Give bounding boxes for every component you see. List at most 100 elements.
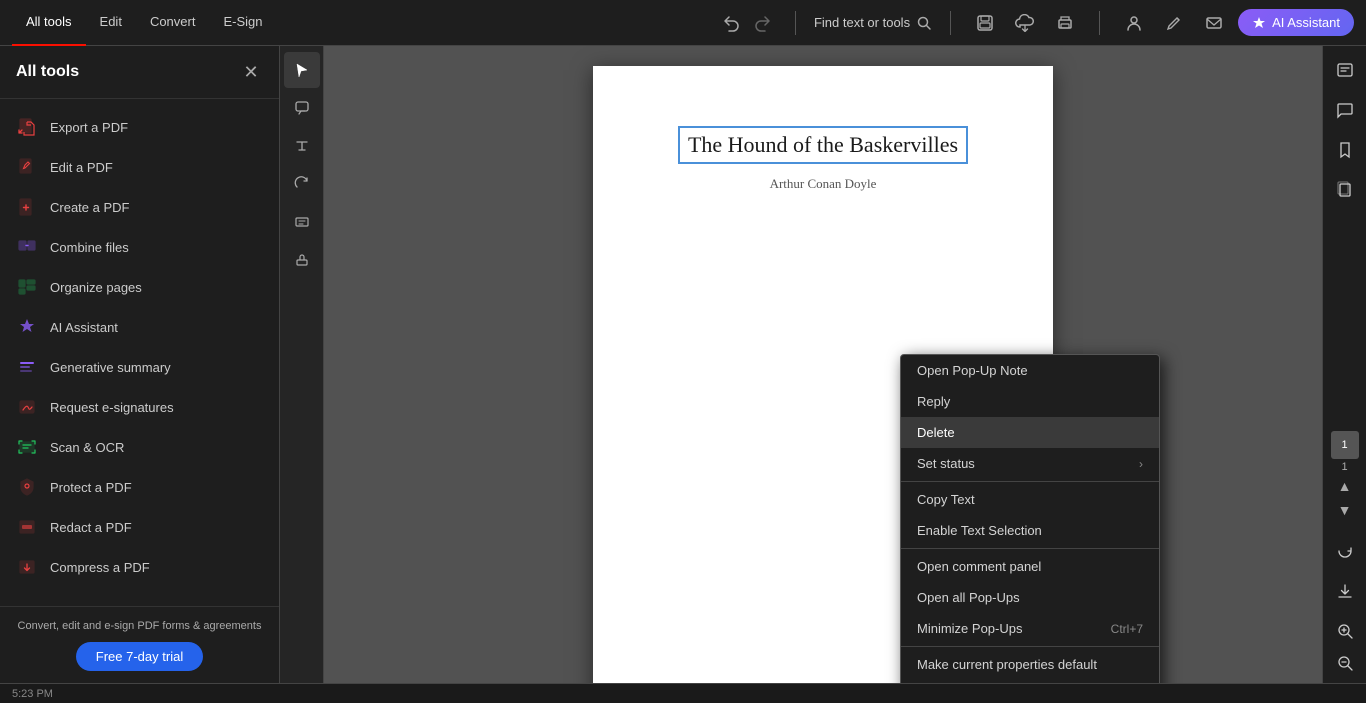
ctx-enable-text-selection[interactable]: Enable Text Selection xyxy=(901,515,1159,546)
page-navigator: 1 1 ▲ ▼ xyxy=(1331,431,1359,521)
right-download-button[interactable] xyxy=(1327,573,1363,609)
ctx-open-all-popups[interactable]: Open all Pop-Ups xyxy=(901,582,1159,613)
ctx-reply[interactable]: Reply xyxy=(901,386,1159,417)
ctx-copy-text[interactable]: Copy Text xyxy=(901,484,1159,515)
right-annotate-button[interactable] xyxy=(1327,52,1363,88)
pen-icon-button[interactable] xyxy=(1158,7,1190,39)
redo-button[interactable] xyxy=(749,9,777,37)
export-pdf-icon xyxy=(16,116,38,138)
account-icon-button[interactable] xyxy=(1118,7,1150,39)
tool-label-scan-ocr: Scan & OCR xyxy=(50,440,124,455)
tool-label-generative-summary: Generative summary xyxy=(50,360,171,375)
ai-assistant-button[interactable]: AI Assistant xyxy=(1238,9,1354,36)
redact-pdf-icon xyxy=(16,516,38,538)
save-icon-button[interactable] xyxy=(969,7,1001,39)
print-icon-button[interactable] xyxy=(1049,7,1081,39)
pen-icon xyxy=(1165,14,1183,32)
cursor-icon xyxy=(294,62,310,78)
ctx-open-comment-panel[interactable]: Open comment panel xyxy=(901,551,1159,582)
sidebar-close-button[interactable]: ✕ xyxy=(239,60,263,84)
tab-convert[interactable]: Convert xyxy=(136,0,210,46)
organize-pages-icon xyxy=(16,276,38,298)
page-nav-up[interactable]: ▲ xyxy=(1331,475,1359,497)
ctx-label-make-default: Make current properties default xyxy=(917,657,1097,672)
ocr-icon xyxy=(294,214,310,230)
tool-item-scan-ocr[interactable]: Scan & OCR xyxy=(0,427,279,467)
tool-item-compress-pdf[interactable]: Compress a PDF xyxy=(0,547,279,587)
generative-summary-icon xyxy=(16,356,38,378)
tab-all-tools[interactable]: All tools xyxy=(12,0,86,46)
find-tools[interactable]: Find text or tools xyxy=(814,15,932,31)
top-toolbar: All tools Edit Convert E-Sign Find text … xyxy=(0,0,1366,46)
bookmark-icon xyxy=(1336,141,1354,159)
ctx-set-status[interactable]: Set status › xyxy=(901,448,1159,479)
sidebar-title: All tools xyxy=(16,63,79,81)
tool-label-export-pdf: Export a PDF xyxy=(50,120,128,135)
ctx-label-minimize-popups: Minimize Pop-Ups xyxy=(917,621,1022,636)
ctx-label-delete: Delete xyxy=(917,425,955,440)
tab-esign[interactable]: E-Sign xyxy=(209,0,276,46)
right-refresh-button[interactable] xyxy=(1327,533,1363,569)
mail-icon-button[interactable] xyxy=(1198,7,1230,39)
free-trial-button[interactable]: Free 7-day trial xyxy=(76,642,203,671)
create-pdf-icon xyxy=(16,196,38,218)
ai-assistant-tool-icon xyxy=(16,316,38,338)
ctx-make-default[interactable]: Make current properties default xyxy=(901,649,1159,680)
tool-item-export-pdf[interactable]: Export a PDF xyxy=(0,107,279,147)
request-esignatures-icon xyxy=(16,396,38,418)
print-icon xyxy=(1056,14,1074,32)
ai-star-icon xyxy=(1252,16,1266,30)
ctx-separator-3 xyxy=(901,646,1159,647)
tool-item-redact-pdf[interactable]: Redact a PDF xyxy=(0,507,279,547)
tool-item-protect-pdf[interactable]: Protect a PDF xyxy=(0,467,279,507)
pdf-document-title[interactable]: The Hound of the Baskervilles xyxy=(678,126,968,164)
page-nav-down[interactable]: ▼ xyxy=(1331,499,1359,521)
ctx-properties[interactable]: Properties... xyxy=(901,680,1159,683)
comment-icon xyxy=(294,100,310,116)
toolbar-tabs: All tools Edit Convert E-Sign xyxy=(12,0,717,46)
tool-item-ai-assistant[interactable]: AI Assistant xyxy=(0,307,279,347)
tool-item-organize-pages[interactable]: Organize pages xyxy=(0,267,279,307)
tool-label-organize-pages: Organize pages xyxy=(50,280,142,295)
ctx-delete[interactable]: Delete xyxy=(901,417,1159,448)
tool-item-edit-pdf[interactable]: Edit a PDF xyxy=(0,147,279,187)
strip-stamp-button[interactable] xyxy=(284,242,320,278)
ctx-separator-1 xyxy=(901,481,1159,482)
strip-rotate-button[interactable] xyxy=(284,166,320,202)
save-icon xyxy=(976,14,994,32)
tool-label-compress-pdf: Compress a PDF xyxy=(50,560,150,575)
toolbar-right: Find text or tools xyxy=(717,7,1354,39)
ctx-label-open-comment-panel: Open comment panel xyxy=(917,559,1041,574)
status-time: 5:23 PM xyxy=(12,688,53,700)
strip-comment-button[interactable] xyxy=(284,90,320,126)
find-tools-label: Find text or tools xyxy=(814,15,910,30)
cloud-icon-button[interactable] xyxy=(1009,7,1041,39)
undo-button[interactable] xyxy=(717,9,745,37)
pdf-document-author: Arthur Conan Doyle xyxy=(770,176,877,192)
tab-edit[interactable]: Edit xyxy=(86,0,136,46)
tool-item-combine-files[interactable]: Combine files xyxy=(0,227,279,267)
sidebar-tools-list: Export a PDF Edit a PDF xyxy=(0,99,279,606)
cloud-icon xyxy=(1015,14,1035,32)
ai-button-label: AI Assistant xyxy=(1272,15,1340,30)
download-icon xyxy=(1336,582,1354,600)
tool-label-combine-files: Combine files xyxy=(50,240,129,255)
tool-item-create-pdf[interactable]: Create a PDF xyxy=(0,187,279,227)
text-tool-icon xyxy=(294,138,310,154)
right-bookmark-button[interactable] xyxy=(1327,132,1363,168)
tool-item-request-esignatures[interactable]: Request e-signatures xyxy=(0,387,279,427)
right-pages-button[interactable] xyxy=(1327,172,1363,208)
zoom-out-button[interactable] xyxy=(1331,649,1359,677)
strip-cursor-button[interactable] xyxy=(284,52,320,88)
strip-text-button[interactable] xyxy=(284,128,320,164)
zoom-in-button[interactable] xyxy=(1331,617,1359,645)
ctx-minimize-popups[interactable]: Minimize Pop-Ups Ctrl+7 xyxy=(901,613,1159,644)
tool-item-generative-summary[interactable]: Generative summary xyxy=(0,347,279,387)
strip-ocr-button[interactable] xyxy=(284,204,320,240)
toolbar-divider-1 xyxy=(795,11,796,35)
main-area: All tools ✕ Export a PDF xyxy=(0,46,1366,683)
edit-pdf-icon xyxy=(16,156,38,178)
ctx-label-open-all-popups: Open all Pop-Ups xyxy=(917,590,1020,605)
right-comment-button[interactable] xyxy=(1327,92,1363,128)
ctx-open-popup-note[interactable]: Open Pop-Up Note xyxy=(901,355,1159,386)
